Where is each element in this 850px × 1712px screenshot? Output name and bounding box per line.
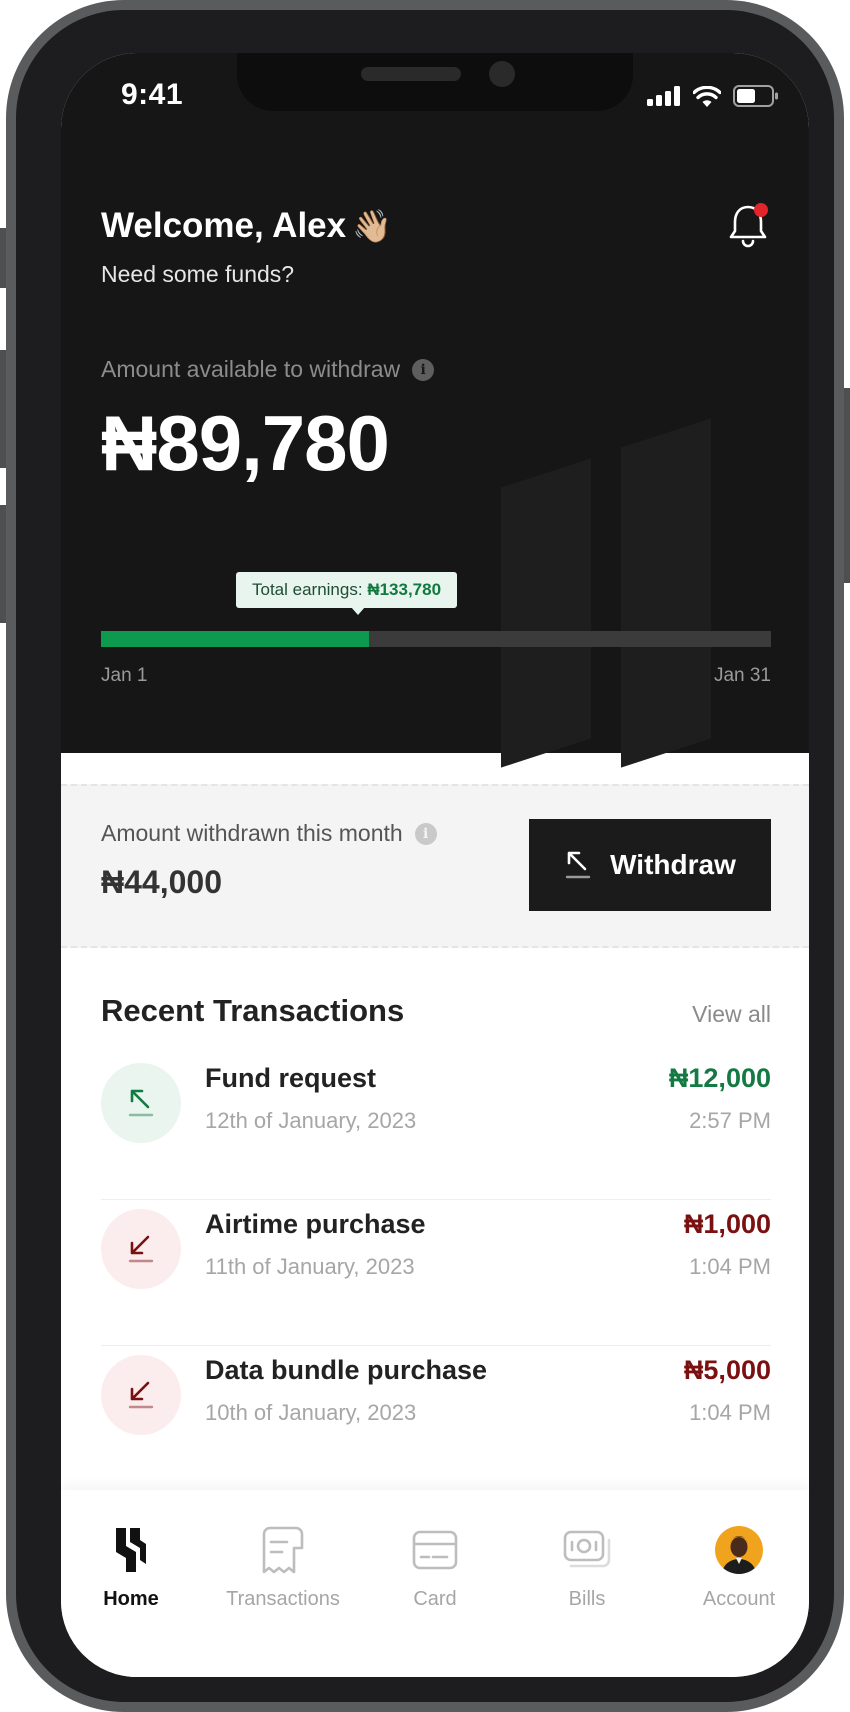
- tooltip-pointer: [351, 607, 365, 615]
- notification-dot: [754, 203, 768, 217]
- background-decoration: [621, 418, 711, 768]
- status-time: 9:41: [121, 78, 184, 111]
- bell-icon: [729, 203, 768, 248]
- withdraw-button[interactable]: Withdraw: [529, 819, 771, 911]
- view-all-link[interactable]: View all: [692, 1001, 771, 1028]
- signal-icon: [647, 86, 680, 106]
- available-label-text: Amount available to withdraw: [101, 356, 401, 382]
- power-button: [844, 388, 850, 583]
- home-logo-icon: [116, 1528, 146, 1572]
- withdraw-button-label: Withdraw: [610, 849, 736, 880]
- status-icons: [647, 85, 779, 107]
- phone-frame: 9:41 Welcome, Alex 👋🏼 Need some funds? A…: [0, 0, 850, 1712]
- withdrawn-label: Amount withdrawn this month i: [101, 820, 437, 847]
- transaction-date: 10th of January, 2023: [205, 1400, 417, 1425]
- tab-label: Transactions: [226, 1588, 340, 1610]
- device-notch: [237, 53, 633, 111]
- transaction-row[interactable]: Fund request 12th of January, 2023 ₦12,0…: [101, 1053, 771, 1200]
- period-start-date: Jan 1: [101, 665, 148, 686]
- transaction-date: 11th of January, 2023: [205, 1254, 415, 1279]
- welcome-subtitle: Need some funds?: [101, 261, 295, 287]
- withdrawn-amount: ₦44,000: [101, 864, 222, 900]
- tab-home[interactable]: Home: [61, 1520, 206, 1611]
- front-camera: [489, 61, 515, 87]
- bottom-tab-bar: Home Transactions Card Bills Account: [61, 1490, 809, 1677]
- available-balance-label: Amount available to withdraw i: [101, 356, 435, 383]
- total-earnings-tooltip: Total earnings: ₦133,780: [236, 572, 458, 608]
- transaction-title: Fund request: [205, 1063, 377, 1093]
- arrow-up-left-icon: [565, 851, 591, 879]
- receipt-icon: [262, 1526, 304, 1574]
- battery-icon: [733, 85, 778, 107]
- wifi-icon: [693, 85, 721, 107]
- total-earnings-amount: ₦133,780: [367, 580, 442, 599]
- background-decoration: [501, 458, 591, 768]
- tab-account[interactable]: Account: [664, 1520, 809, 1611]
- tab-transactions[interactable]: Transactions: [208, 1520, 358, 1611]
- withdrawn-label-text: Amount withdrawn this month: [101, 820, 403, 846]
- speaker-grille: [361, 67, 461, 81]
- welcome-text: Welcome, Alex: [101, 206, 347, 245]
- transaction-time: 1:04 PM: [689, 1400, 771, 1425]
- available-balance-amount: ₦89,780: [101, 399, 390, 487]
- card-icon: [412, 1530, 458, 1570]
- earnings-progress-bar: [101, 631, 771, 647]
- avatar: [715, 1526, 763, 1574]
- transaction-title: Data bundle purchase: [205, 1355, 488, 1385]
- transaction-row[interactable]: Airtime purchase 11th of January, 2023 ₦…: [101, 1199, 771, 1346]
- tab-label: Home: [103, 1588, 159, 1610]
- recent-transactions-title: Recent Transactions: [101, 993, 405, 1028]
- transaction-icon-badge: [101, 1063, 181, 1143]
- notifications-button[interactable]: [727, 201, 771, 249]
- total-earnings-label: Total earnings:: [252, 580, 363, 599]
- earnings-progress-fill: [101, 631, 369, 647]
- period-end-date: Jan 31: [713, 665, 771, 686]
- arrow-down-left-icon: [128, 1381, 154, 1409]
- transaction-icon-badge: [101, 1355, 181, 1435]
- mute-switch: [0, 228, 6, 288]
- arrow-up-left-icon: [128, 1089, 154, 1117]
- withdrawn-panel: Amount withdrawn this month i ₦44,000 Wi…: [61, 784, 809, 948]
- welcome-heading: Welcome, Alex 👋🏼: [101, 206, 392, 246]
- transaction-time: 2:57 PM: [689, 1108, 771, 1133]
- info-icon[interactable]: i: [412, 358, 435, 381]
- info-icon[interactable]: i: [414, 822, 437, 845]
- wave-emoji: 👋🏼: [352, 208, 392, 244]
- arrow-down-left-icon: [128, 1235, 154, 1263]
- avatar-portrait: [722, 1536, 756, 1574]
- phone-bezel: 9:41 Welcome, Alex 👋🏼 Need some funds? A…: [16, 10, 834, 1702]
- tab-label: Account: [702, 1588, 776, 1610]
- transaction-title: Airtime purchase: [205, 1209, 426, 1239]
- volume-down-button: [0, 505, 6, 623]
- balance-hero: 9:41 Welcome, Alex 👋🏼 Need some funds? A…: [61, 53, 809, 768]
- transaction-amount: ₦5,000: [683, 1355, 771, 1385]
- transaction-amount: ₦1,000: [683, 1209, 771, 1239]
- tab-card[interactable]: Card: [360, 1520, 510, 1611]
- tab-label: Card: [413, 1588, 457, 1610]
- transaction-amount: ₦12,000: [668, 1063, 771, 1093]
- volume-up-button: [0, 350, 6, 468]
- tab-label: Bills: [568, 1588, 606, 1610]
- transaction-row[interactable]: Data bundle purchase 10th of January, 20…: [101, 1345, 771, 1492]
- transaction-icon-badge: [101, 1209, 181, 1289]
- transaction-time: 1:04 PM: [689, 1254, 771, 1279]
- bills-icon: [563, 1530, 611, 1568]
- app-screen: 9:41 Welcome, Alex 👋🏼 Need some funds? A…: [61, 53, 809, 1677]
- tab-bills[interactable]: Bills: [512, 1520, 662, 1611]
- transaction-date: 12th of January, 2023: [205, 1108, 417, 1133]
